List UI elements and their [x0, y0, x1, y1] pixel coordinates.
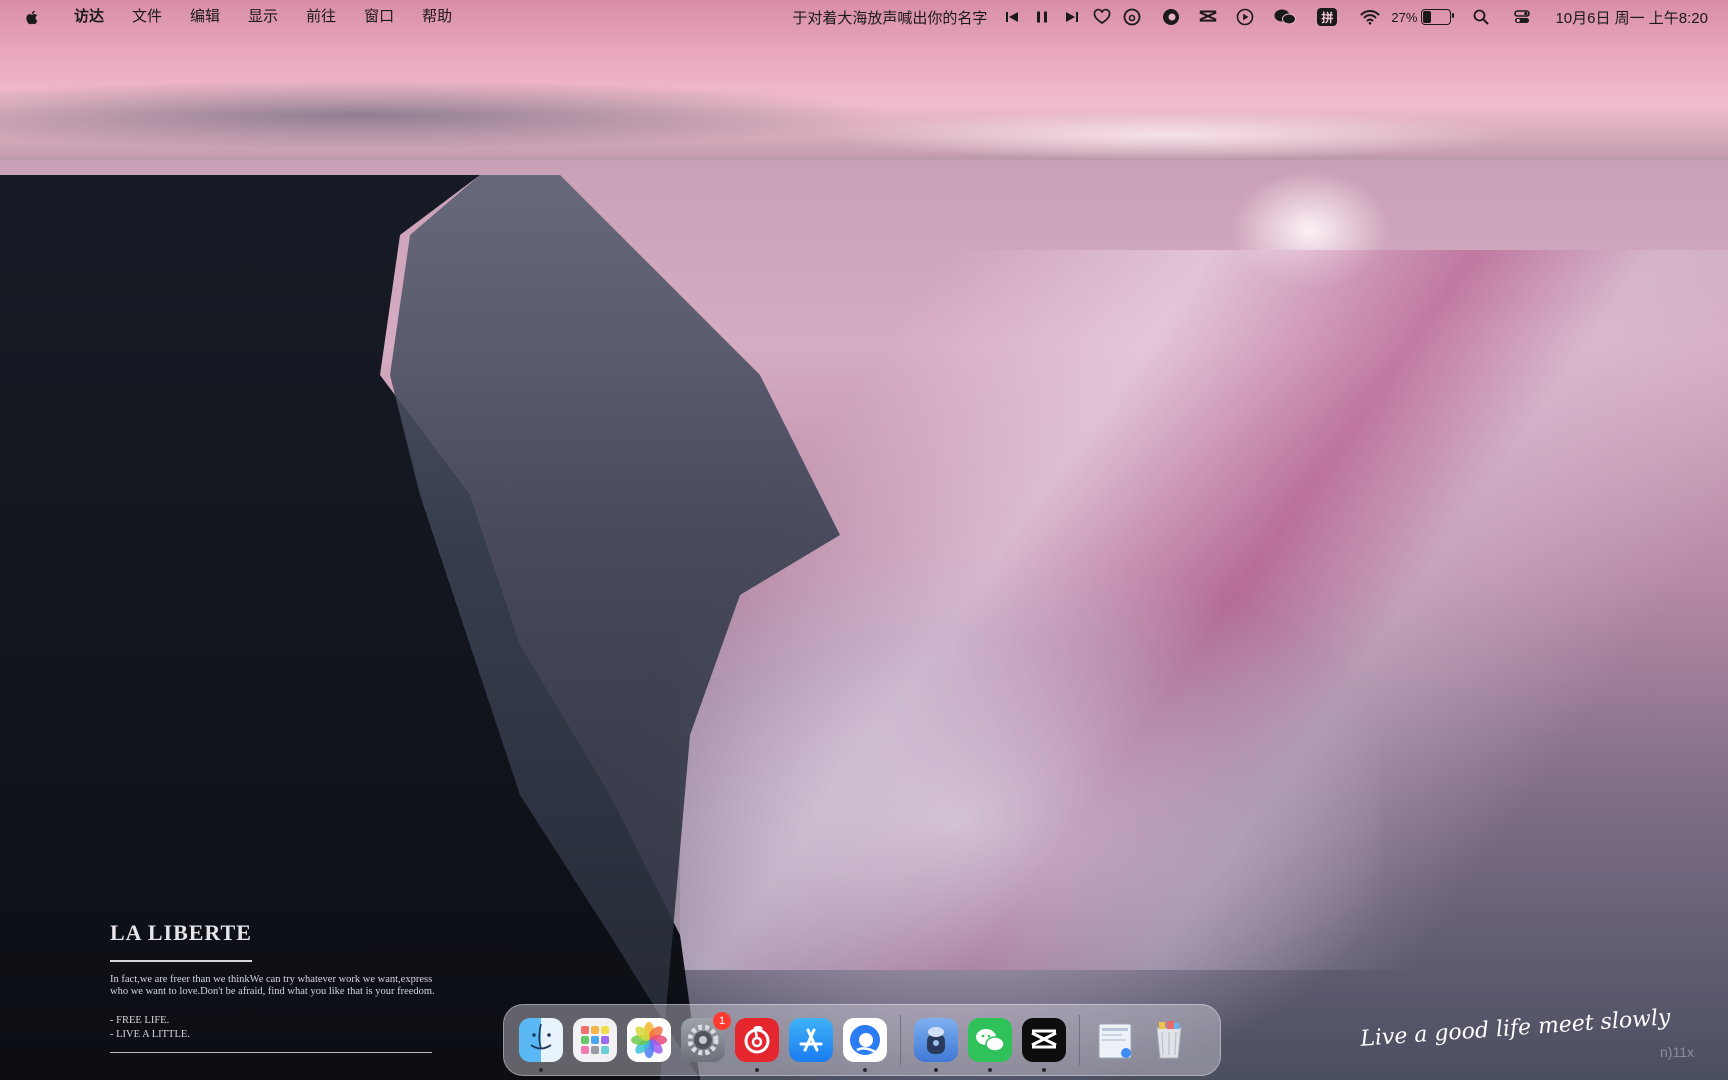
notification-badge: 1 — [713, 1012, 731, 1030]
quote-tags: - FREE LIFE. - LIVE A LITTLE. — [110, 1014, 440, 1042]
dock: 1 — [503, 1004, 1221, 1076]
photos-icon — [631, 1022, 667, 1058]
battery-icon[interactable] — [1421, 9, 1455, 25]
spotlight-search-icon[interactable] — [1471, 7, 1491, 27]
menu-app-finder[interactable]: 访达 — [60, 0, 118, 34]
watermark: n)11x — [1660, 1044, 1694, 1060]
quote-tag-2: - LIVE A LITTLE. — [110, 1029, 190, 1040]
dock-photos[interactable] — [627, 1018, 671, 1062]
dock-wechat[interactable] — [968, 1018, 1012, 1072]
dock-system-settings[interactable]: 1 — [681, 1012, 731, 1062]
app-store-icon — [799, 1028, 823, 1052]
quote-title: LA LIBERTE — [110, 920, 252, 945]
input-method-icon[interactable]: 拼 — [1317, 7, 1338, 27]
netease-music-icon — [744, 1025, 770, 1054]
now-playing-title[interactable]: 于对着大海放声喊出你的名字 — [792, 7, 987, 28]
control-center-icon[interactable] — [1512, 7, 1532, 27]
previous-track-icon[interactable] — [1002, 7, 1022, 27]
pause-icon[interactable] — [1032, 7, 1052, 27]
running-indicator — [988, 1068, 992, 1072]
cleaner-icon — [927, 1027, 945, 1054]
dock-trash[interactable] — [1147, 1018, 1191, 1062]
quote-divider — [110, 960, 252, 962]
quote-tag-1: - FREE LIFE. — [110, 1015, 170, 1026]
running-indicator — [863, 1068, 867, 1072]
quote-body-line-2: who we want to love.Don't be afraid, fin… — [110, 986, 435, 997]
running-indicator — [1042, 1068, 1046, 1072]
menu-go[interactable]: 前往 — [292, 0, 350, 34]
battery-percentage[interactable]: 27% — [1391, 10, 1417, 25]
apple-menu-icon[interactable] — [22, 7, 42, 27]
launchpad-icon — [581, 1026, 609, 1054]
dock-finder[interactable] — [519, 1018, 563, 1072]
dock-downloads-folder[interactable] — [1093, 1018, 1137, 1062]
running-indicator — [539, 1068, 543, 1072]
menu-bar: 访达 文件 编辑 显示 前往 窗口 帮助 于对着大海放声喊出你的名字 拼 27%… — [0, 0, 1728, 34]
running-indicator — [934, 1068, 938, 1072]
menu-view[interactable]: 显示 — [234, 0, 292, 34]
capcut-icon — [1031, 1029, 1057, 1049]
dock-app-store[interactable] — [789, 1018, 833, 1062]
quote-body: In fact,we are freer than we thinkWe can… — [110, 974, 440, 998]
desktop-wallpaper — [0, 0, 1728, 1080]
play-circle-icon[interactable] — [1235, 7, 1255, 27]
dock-app-cleaner[interactable] — [914, 1018, 958, 1072]
capcut-menubar-icon[interactable] — [1198, 7, 1218, 27]
menubar-clock[interactable]: 10月6日 周一 上午8:20 — [1555, 7, 1708, 28]
finder-icon — [530, 1023, 552, 1050]
dock-qq-browser[interactable] — [843, 1018, 887, 1072]
dock-netease-music[interactable] — [735, 1018, 779, 1072]
running-indicator — [755, 1068, 759, 1072]
qq-browser-icon — [850, 1025, 880, 1055]
qq-browser-menubar-icon[interactable] — [1161, 7, 1181, 27]
trash-icon — [1156, 1021, 1182, 1059]
menu-file[interactable]: 文件 — [118, 0, 176, 34]
quote-body-line-1: In fact,we are freer than we thinkWe can… — [110, 974, 433, 985]
quote-bottom-divider — [110, 1052, 432, 1053]
menu-edit[interactable]: 编辑 — [176, 0, 234, 34]
dock-separator — [1079, 1015, 1080, 1065]
next-track-icon[interactable] — [1062, 7, 1082, 27]
netease-music-menubar-icon[interactable] — [1122, 7, 1142, 27]
dock-capcut[interactable] — [1022, 1018, 1066, 1072]
wechat-menubar-icon[interactable] — [1272, 7, 1298, 27]
menu-help[interactable]: 帮助 — [408, 0, 466, 34]
dock-separator — [900, 1015, 901, 1065]
wifi-icon[interactable] — [1360, 7, 1380, 27]
document-stack-icon — [1098, 1023, 1132, 1059]
heart-icon[interactable] — [1092, 7, 1112, 27]
menu-window[interactable]: 窗口 — [350, 0, 408, 34]
wechat-icon — [976, 1029, 1005, 1052]
dock-launchpad[interactable] — [573, 1018, 617, 1062]
wallpaper-quote: LA LIBERTE In fact,we are freer than we … — [110, 920, 440, 1053]
